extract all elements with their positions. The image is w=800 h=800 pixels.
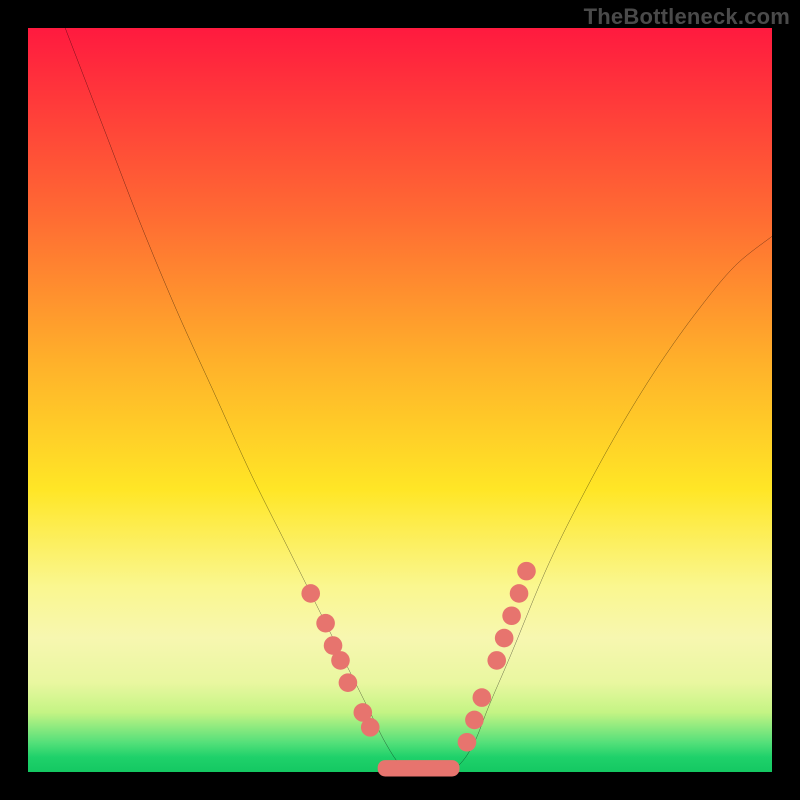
marker-dot	[502, 606, 521, 625]
chart-svg	[28, 28, 772, 772]
bottleneck-curve	[65, 28, 772, 773]
plot-area	[28, 28, 772, 772]
marker-dot	[331, 651, 350, 670]
marker-group	[301, 562, 535, 752]
marker-dot	[361, 718, 380, 737]
marker-dot	[517, 562, 536, 581]
marker-dot	[510, 584, 529, 603]
marker-dot	[487, 651, 506, 670]
marker-dot	[465, 711, 484, 730]
marker-dot	[301, 584, 320, 603]
marker-dot	[458, 733, 477, 752]
marker-dot	[473, 688, 492, 707]
marker-dot	[316, 614, 335, 633]
watermark-text: TheBottleneck.com	[584, 4, 790, 30]
marker-dot	[339, 673, 358, 692]
valley-band	[378, 760, 460, 776]
outer-frame: TheBottleneck.com	[0, 0, 800, 800]
marker-dot	[495, 629, 514, 648]
